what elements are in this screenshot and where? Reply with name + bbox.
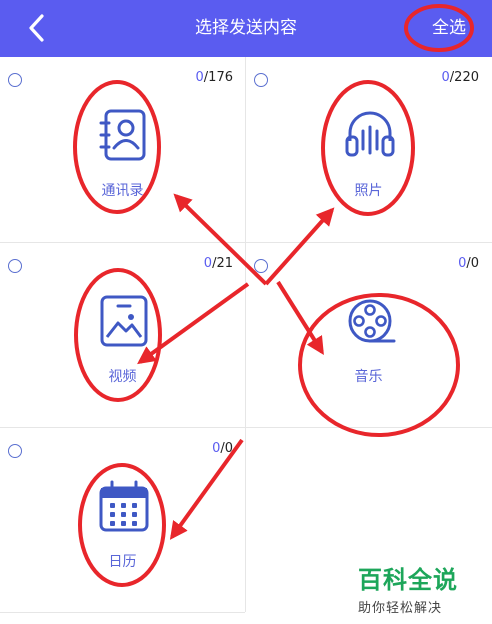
calendar-icon (99, 480, 149, 532)
image-icon (100, 295, 148, 347)
item-count: 0/176 (195, 70, 233, 85)
app-header: 选择发送内容 全选 (0, 0, 492, 57)
select-radio[interactable] (8, 444, 22, 458)
grid-item-videos[interactable]: 0/21 视频 (0, 243, 245, 428)
watermark-brand: 百科全说 (358, 566, 458, 594)
select-radio[interactable] (8, 73, 22, 87)
film-reel-icon (348, 299, 396, 343)
item-label: 日历 (108, 554, 137, 570)
select-radio[interactable] (254, 73, 268, 87)
select-all-button[interactable]: 全选 (432, 0, 466, 57)
watermark-tagline: 助你轻松解决 (358, 601, 443, 616)
grid-item-photos[interactable]: 0/220 照片 (246, 57, 491, 242)
grid-item-music[interactable]: 0/0 音乐 (246, 243, 491, 428)
item-count: 0/21 (203, 256, 233, 271)
item-count: 0/0 (458, 256, 479, 271)
item-count: 0/220 (441, 70, 479, 85)
select-radio[interactable] (8, 259, 22, 273)
item-label: 视频 (108, 369, 137, 385)
page-title: 选择发送内容 (195, 18, 297, 38)
grid-item-calendar[interactable]: 0/0 日历 (0, 428, 245, 613)
watermark: 百科全说 助你轻松解决 (358, 560, 490, 616)
grid-item-contacts[interactable]: 0/176 通讯录 (0, 57, 245, 242)
content-grid: 0/176 通讯录 0/220 照片 0/21 视频 0/0 音乐 0/0 日历 (0, 57, 492, 624)
headphones-icon (345, 111, 395, 157)
item-count: 0/0 (212, 441, 233, 456)
item-label: 音乐 (354, 369, 383, 385)
select-radio[interactable] (254, 259, 268, 273)
item-label: 通讯录 (101, 183, 144, 199)
item-label: 照片 (354, 183, 383, 199)
contacts-icon (99, 109, 146, 161)
